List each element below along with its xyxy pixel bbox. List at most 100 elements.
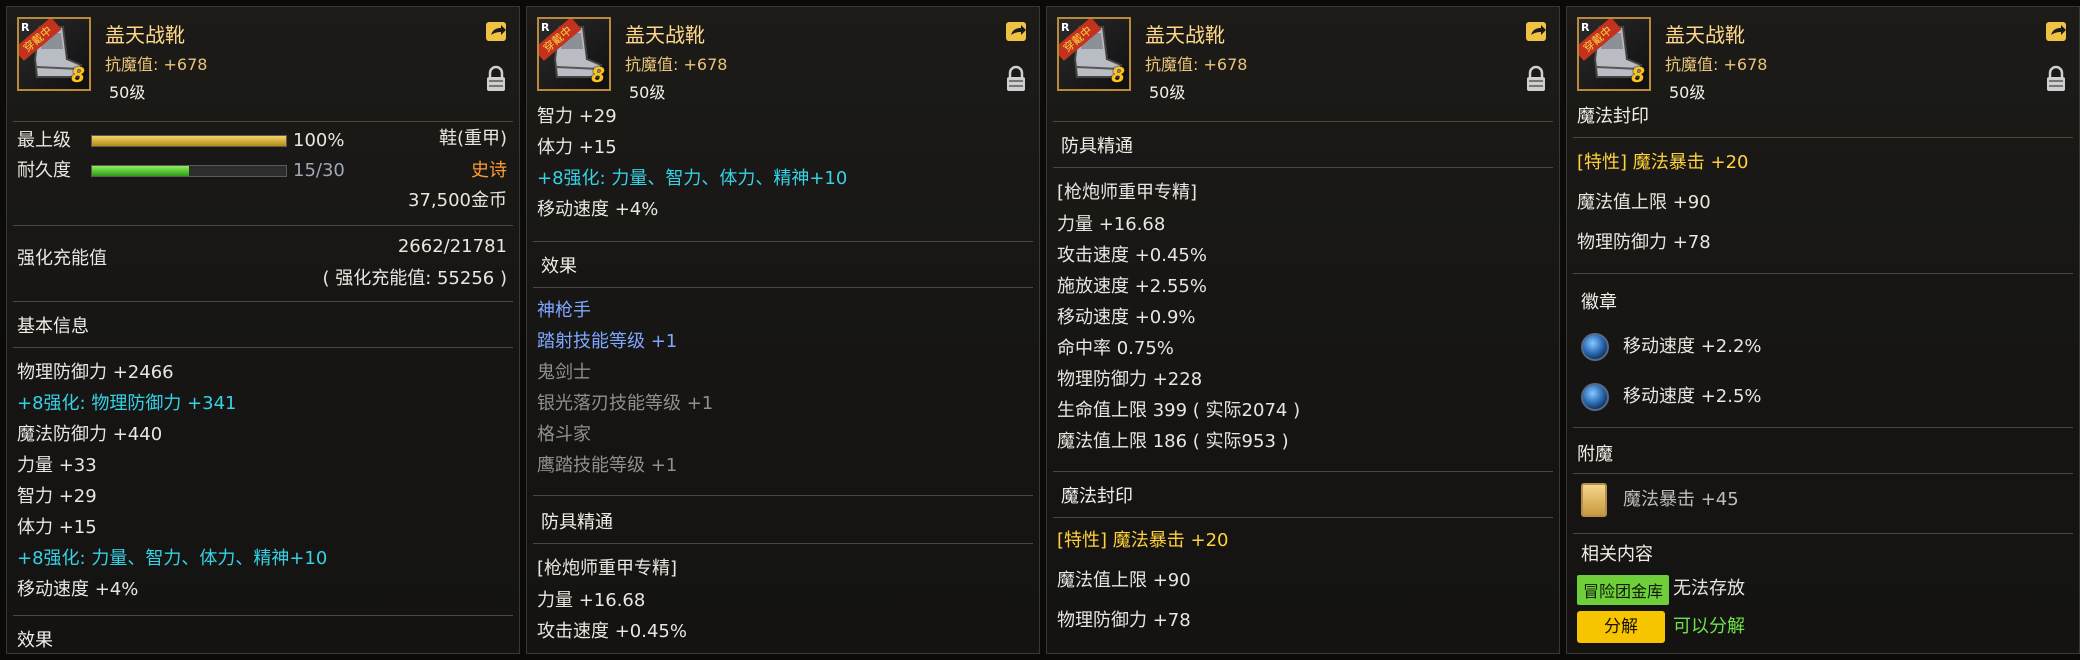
share-icon[interactable]: [1005, 19, 1029, 43]
divider: [1573, 533, 2073, 534]
effect-line: 神枪手: [537, 300, 591, 321]
emblem-title: 徽章: [1581, 292, 1617, 313]
mastery-line: 施放速度 +2.55%: [1057, 276, 1207, 297]
divider: [533, 495, 1033, 496]
divider: [1053, 517, 1553, 518]
mastery-line: 物理防御力 +228: [1057, 369, 1203, 390]
stat-line: 移动速度 +4%: [17, 579, 139, 600]
enhance-level: 8: [71, 63, 85, 87]
stat-line: 智力 +29: [17, 486, 97, 507]
effect-line: 鬼剑士: [537, 362, 591, 383]
item-level: 50级: [109, 83, 146, 102]
divider: [533, 543, 1033, 544]
item-level: 50级: [1669, 83, 1706, 102]
mastery-line: 命中率 0.75%: [1057, 338, 1174, 359]
item-icon[interactable]: R 穿戴中 8: [1057, 17, 1131, 91]
mastery-line: 生命值上限 399 ( 实际2074 ): [1057, 400, 1301, 421]
share-icon[interactable]: [2045, 19, 2069, 43]
magic-def-line: 抗魔值: +678: [1145, 55, 1248, 74]
item-name: 盖天战靴: [105, 23, 185, 47]
mastery-subtitle: [枪炮师重甲专精]: [537, 558, 678, 579]
item-icon[interactable]: R 穿戴中 8: [1577, 17, 1651, 91]
effect-line: 踏射技能等级 +1: [537, 331, 678, 352]
mastery-line: 攻击速度 +0.45%: [537, 621, 687, 642]
effect-line: 银光落刃技能等级 +1: [537, 393, 714, 414]
stat-line: 物理防御力 +2466: [17, 362, 174, 383]
bank-status: 无法存放: [1673, 578, 1745, 599]
divider: [1053, 471, 1553, 472]
divider: [1053, 121, 1553, 122]
item-tooltip-panel-3: R 穿戴中 8 盖天战靴 抗魔值: +678 50级 防具精通 [枪炮师重甲专精…: [1046, 6, 1560, 654]
adventure-bank-button[interactable]: 冒险团金库: [1577, 575, 1670, 605]
charge-label: 强化充能值: [17, 248, 107, 269]
magic-def-line: 抗魔值: +678: [105, 55, 208, 74]
seal-title: 魔法封印: [1061, 486, 1133, 507]
stat-line: +8强化: 力量、智力、体力、精神+10: [537, 168, 848, 189]
divider: [1573, 427, 2073, 428]
effects-title: 效果: [17, 630, 53, 651]
effects-title: 效果: [541, 256, 577, 277]
seal-stat: 魔法值上限 +90: [1577, 192, 1711, 213]
corner-label: R: [1581, 21, 1590, 34]
top-grade-fill: [92, 136, 286, 146]
top-grade-value: 100%: [293, 130, 345, 151]
share-icon[interactable]: [485, 19, 509, 43]
tooltip-header: R 穿戴中 8 盖天战靴 抗魔值: +678 50级: [7, 7, 519, 103]
stat-line: 力量 +33: [17, 455, 97, 476]
equipment-type: 鞋(重甲): [438, 128, 507, 149]
related-title: 相关内容: [1581, 544, 1653, 565]
stat-line: 智力 +29: [537, 106, 617, 127]
top-grade-label: 最上级: [17, 130, 71, 151]
lock-icon[interactable]: [2045, 65, 2067, 93]
stat-line: 移动速度 +4%: [537, 199, 659, 220]
corner-label: R: [1061, 21, 1070, 34]
stat-line: +8强化: 力量、智力、体力、精神+10: [17, 548, 328, 569]
durability-value: 15/30: [293, 160, 345, 181]
mastery-line: 攻击速度 +0.45%: [1057, 245, 1207, 266]
emblem-stat: 移动速度 +2.5%: [1623, 386, 1762, 407]
divider: [533, 287, 1033, 288]
price: 37,500金币: [408, 190, 507, 211]
item-name: 盖天战靴: [625, 23, 705, 47]
seal-stat: 物理防御力 +78: [1577, 232, 1711, 253]
item-icon[interactable]: R 穿戴中 8: [17, 17, 91, 91]
seal-title: 魔法封印: [1577, 106, 1649, 127]
stat-line: 体力 +15: [17, 517, 97, 538]
item-level: 50级: [629, 83, 666, 102]
tooltip-header: R 穿戴中 8 盖天战靴 抗魔值: +678 50级: [527, 7, 1039, 103]
emblem-icon[interactable]: [1581, 333, 1609, 361]
lock-icon[interactable]: [1525, 65, 1547, 93]
lock-icon[interactable]: [1005, 65, 1027, 93]
enchant-stat: 魔法暴击 +45: [1623, 489, 1739, 510]
magic-def-line: 抗魔值: +678: [1665, 55, 1768, 74]
item-tooltip-panel-2: R 穿戴中 8 盖天战靴 抗魔值: +678 50级 智力 +29 体力 +15…: [526, 6, 1040, 654]
share-icon[interactable]: [1525, 19, 1549, 43]
durability-label: 耐久度: [17, 160, 71, 181]
rarity: 史诗: [471, 160, 507, 181]
seal-stat: 物理防御力 +78: [1057, 610, 1191, 631]
enhance-level: 8: [1631, 63, 1645, 87]
lock-icon[interactable]: [485, 65, 507, 93]
top-grade-bar: [91, 135, 287, 147]
item-name: 盖天战靴: [1145, 23, 1225, 47]
charge-note: ( 强化充能值: 55256 ): [322, 268, 507, 289]
corner-label: R: [541, 21, 550, 34]
stat-line: 魔法防御力 +440: [17, 424, 163, 445]
divider: [13, 615, 513, 616]
disassemble-button[interactable]: 分解: [1577, 611, 1665, 643]
enchant-card-icon[interactable]: [1581, 483, 1607, 517]
mastery-title: 防具精通: [541, 512, 613, 533]
divider: [1573, 137, 2073, 138]
seal-trait: [特性] 魔法暴击 +20: [1577, 152, 1749, 173]
basic-info-title: 基本信息: [17, 316, 89, 337]
mastery-title: 防具精通: [1061, 136, 1133, 157]
item-icon[interactable]: R 穿戴中 8: [537, 17, 611, 91]
enhance-level: 8: [591, 63, 605, 87]
magic-def-line: 抗魔值: +678: [625, 55, 728, 74]
divider: [13, 225, 513, 226]
item-name: 盖天战靴: [1665, 23, 1745, 47]
mastery-line: 力量 +16.68: [1057, 214, 1166, 235]
seal-stat: 魔法值上限 +90: [1057, 570, 1191, 591]
emblem-icon[interactable]: [1581, 383, 1609, 411]
corner-label: R: [21, 21, 30, 34]
